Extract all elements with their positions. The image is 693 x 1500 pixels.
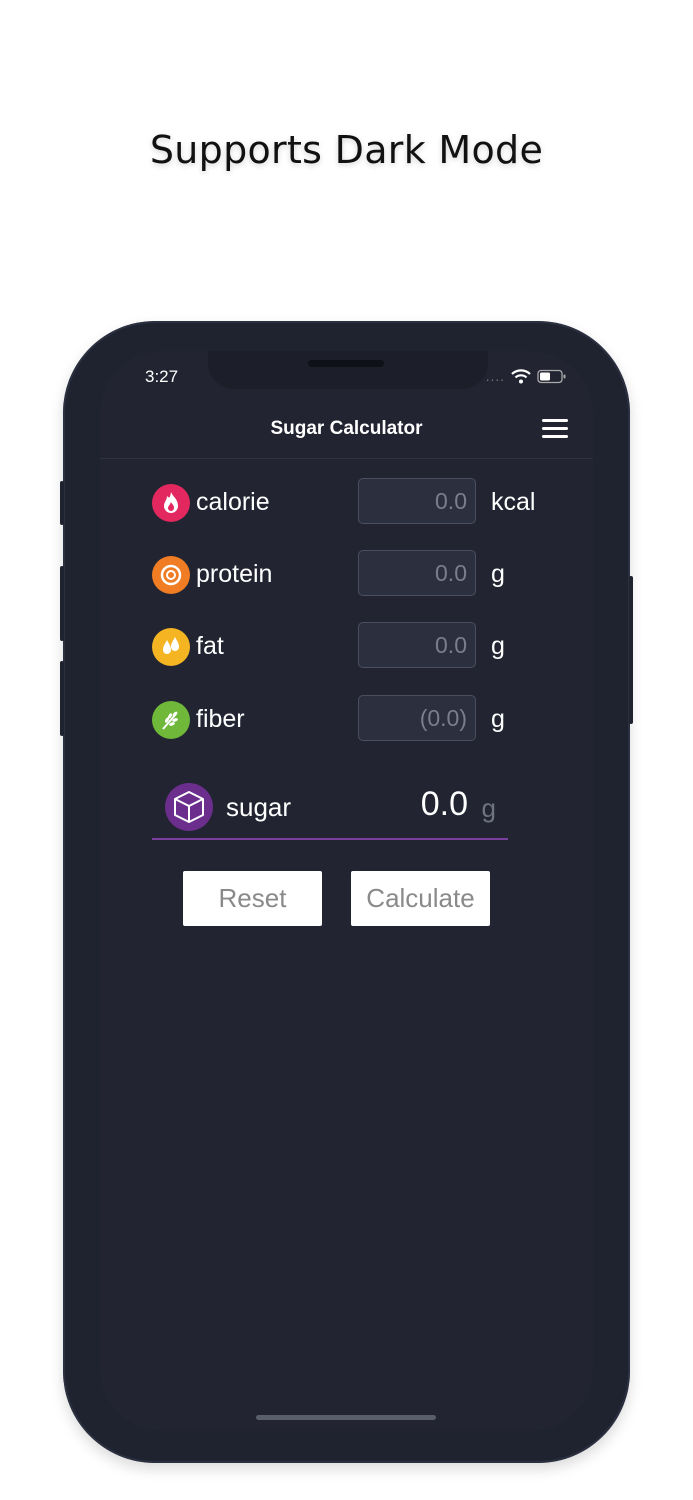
sugar-result-row: sugar 0.0 g	[152, 781, 508, 840]
status-time: 3:27	[145, 367, 179, 386]
speaker-grille	[308, 360, 384, 367]
battery-icon	[537, 369, 567, 384]
sugar-value: 0.0	[420, 785, 468, 823]
fiber-row: fiber g	[152, 695, 572, 745]
calorie-input[interactable]	[358, 478, 476, 524]
sugar-label: sugar	[226, 792, 292, 822]
calculate-button[interactable]: Calculate	[351, 871, 490, 926]
nav-bar: Sugar Calculator	[100, 403, 593, 459]
side-button-volume-down	[60, 661, 64, 736]
wifi-icon	[511, 369, 531, 384]
oil-drop-icon	[152, 628, 190, 666]
sugar-unit: g	[481, 793, 496, 823]
signal-dots: ....	[485, 369, 505, 384]
side-button-mute	[60, 481, 64, 525]
app-screen: 3:27 .... Sugar Calculator calorie 0.0 k…	[100, 351, 593, 1431]
protein-row: protein g	[152, 550, 572, 600]
fat-input[interactable]	[358, 622, 476, 668]
status-icons: ....	[486, 369, 567, 384]
side-button-volume-up	[60, 566, 64, 641]
protein-ring-icon	[152, 556, 190, 594]
fiber-input[interactable]	[358, 695, 476, 741]
calorie-label: calorie	[196, 488, 270, 516]
fat-label: fat	[196, 632, 224, 660]
hamburger-menu-icon[interactable]	[542, 419, 568, 441]
calorie-row: calorie kcal	[152, 478, 572, 528]
fiber-unit: g	[491, 705, 505, 733]
grain-icon	[152, 701, 190, 739]
phone-frame: 3:27 .... Sugar Calculator calorie 0.0 k…	[60, 321, 633, 1463]
home-indicator[interactable]	[256, 1415, 436, 1420]
protein-unit: g	[491, 560, 505, 588]
sugar-cube-icon	[165, 783, 213, 831]
reset-button[interactable]: Reset	[183, 871, 322, 926]
side-button-power	[629, 576, 633, 724]
fat-unit: g	[491, 632, 505, 660]
flame-icon	[152, 484, 190, 522]
protein-input[interactable]	[358, 550, 476, 596]
calorie-unit: kcal	[491, 488, 536, 516]
fat-row: fat g	[152, 622, 572, 672]
notch	[208, 351, 488, 389]
headline: Supports Dark Mode	[149, 128, 544, 172]
nav-title: Sugar Calculator	[270, 418, 423, 439]
fiber-label: fiber	[196, 705, 245, 733]
protein-label: protein	[196, 560, 273, 588]
